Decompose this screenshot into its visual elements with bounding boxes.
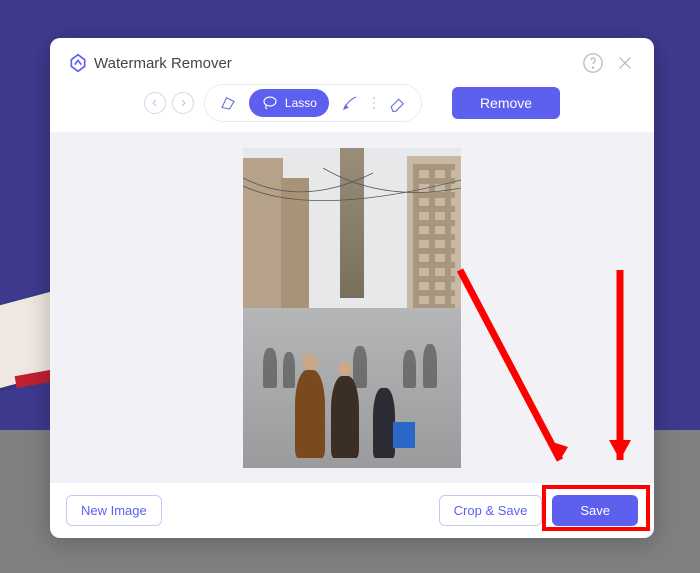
help-button[interactable]: [582, 52, 604, 74]
selection-tool-group: Lasso: [204, 84, 422, 122]
app-logo-icon: [68, 53, 88, 73]
crop-save-button[interactable]: Crop & Save: [439, 495, 543, 526]
save-button[interactable]: Save: [552, 495, 638, 526]
dialog-header: Watermark Remover: [50, 38, 654, 80]
toolbar-separator: [373, 97, 375, 109]
dialog-title: Watermark Remover: [94, 55, 572, 72]
eraser-tool-button[interactable]: [383, 89, 413, 117]
toolbar: Lasso Remove: [50, 80, 654, 132]
redo-button[interactable]: [172, 92, 194, 114]
canvas-area: [50, 132, 654, 483]
dialog-footer: New Image Crop & Save Save: [50, 483, 654, 538]
brush-tool-button[interactable]: [335, 89, 365, 117]
undo-button[interactable]: [144, 92, 166, 114]
lasso-tool-label: Lasso: [285, 96, 317, 110]
image-preview[interactable]: [243, 148, 461, 468]
lasso-tool-button[interactable]: Lasso: [249, 89, 329, 117]
polygon-tool-button[interactable]: [213, 89, 243, 117]
new-image-button[interactable]: New Image: [66, 495, 162, 526]
close-button[interactable]: [614, 52, 636, 74]
undo-redo-group: [144, 92, 194, 114]
remove-button[interactable]: Remove: [452, 87, 560, 119]
watermark-remover-dialog: Watermark Remover Lasso: [50, 38, 654, 538]
